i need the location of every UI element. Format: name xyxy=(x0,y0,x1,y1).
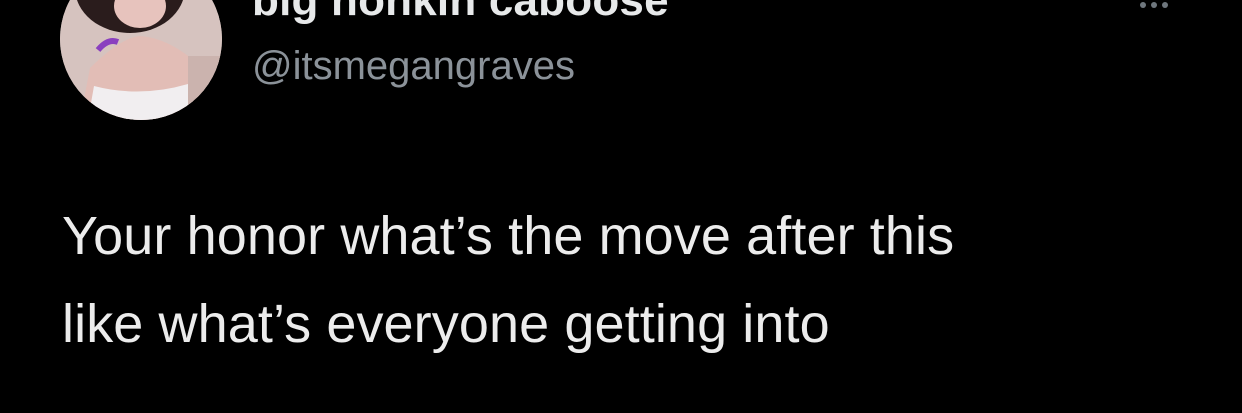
tweet-text-line: Your honor what’s the move after this xyxy=(62,206,955,266)
ellipsis-icon xyxy=(1140,2,1146,8)
more-options-button[interactable] xyxy=(1128,0,1180,18)
ellipsis-icon xyxy=(1162,2,1168,8)
profile-photo-icon xyxy=(60,0,222,120)
display-name[interactable]: big honkin caboose xyxy=(252,0,669,26)
tweet-card: big honkin caboose @itsmegangraves Your … xyxy=(0,0,1242,413)
user-handle[interactable]: @itsmegangraves xyxy=(252,44,575,89)
ellipsis-icon xyxy=(1151,2,1157,8)
tweet-text: Your honor what’s the move after this li… xyxy=(62,192,1202,368)
tweet-text-line: like what’s everyone getting into xyxy=(62,294,830,354)
avatar[interactable] xyxy=(60,0,222,120)
